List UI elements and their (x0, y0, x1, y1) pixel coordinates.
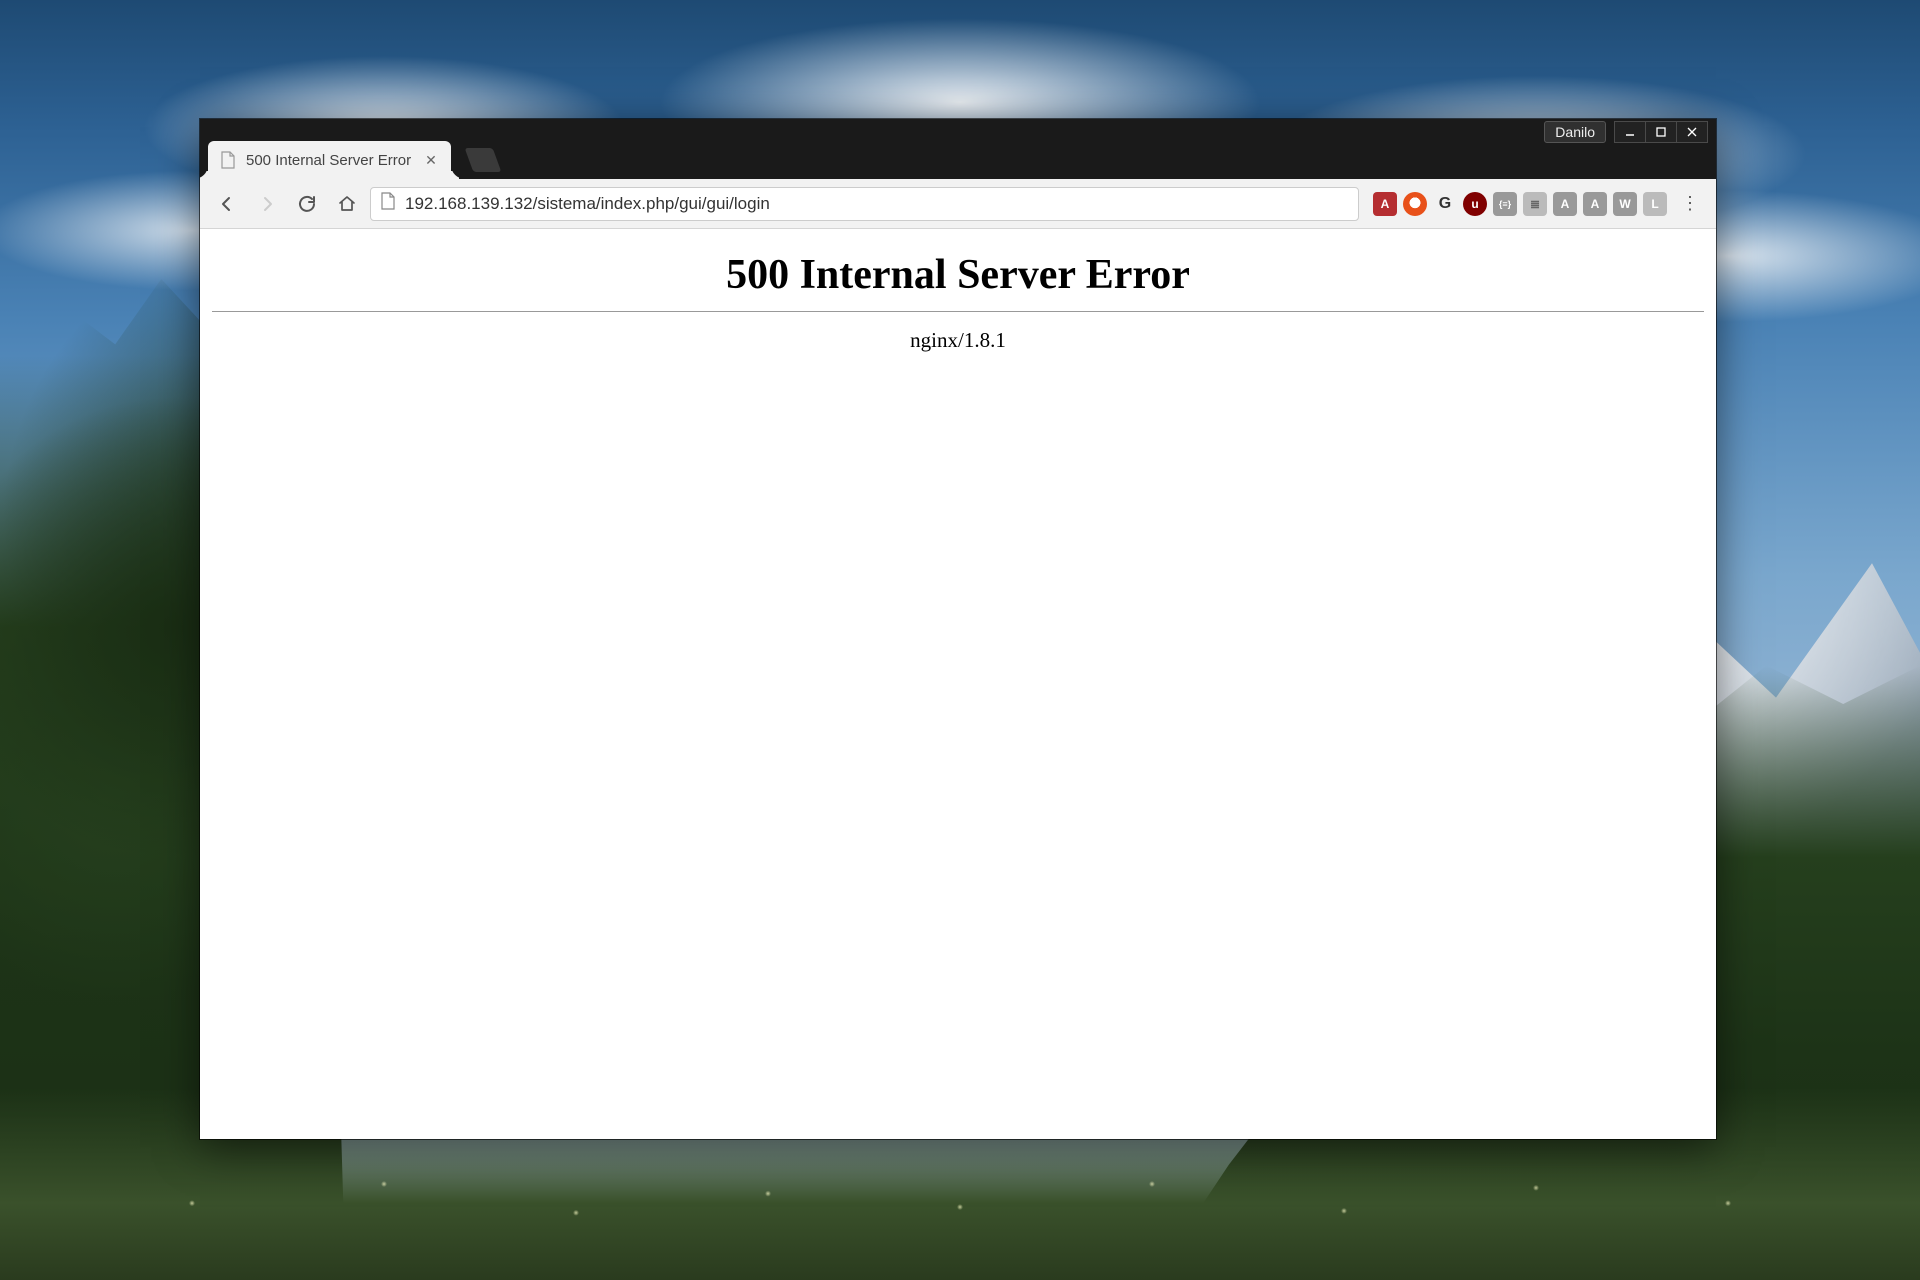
browser-toolbar: A G u {≡} ≣ A A W L ⋮ (200, 179, 1716, 229)
page-content: 500 Internal Server Error nginx/1.8.1 (200, 229, 1716, 1139)
reload-button[interactable] (290, 187, 324, 221)
address-bar[interactable] (370, 187, 1359, 221)
home-button[interactable] (330, 187, 364, 221)
browser-window: 500 Internal Server Error ✕ Danilo (200, 119, 1716, 1139)
window-titlebar[interactable] (200, 119, 1716, 133)
angular-icon[interactable]: A (1373, 192, 1397, 216)
divider (212, 311, 1704, 312)
server-icon[interactable]: ≣ (1523, 192, 1547, 216)
grammarly-icon[interactable]: G (1433, 192, 1457, 216)
close-window-button[interactable] (1676, 121, 1708, 143)
extension-icons: A G u {≡} ≣ A A W L (1373, 192, 1667, 216)
browser-tab-active[interactable]: 500 Internal Server Error ✕ (208, 141, 451, 179)
back-button[interactable] (210, 187, 244, 221)
user-profile-badge[interactable]: Danilo (1544, 121, 1606, 143)
site-info-icon[interactable] (381, 192, 395, 215)
w-extension-icon[interactable]: W (1613, 192, 1637, 216)
url-input[interactable] (405, 194, 1348, 214)
close-tab-icon[interactable]: ✕ (425, 153, 437, 167)
angular-devtools-icon[interactable]: A (1553, 192, 1577, 216)
tab-strip: 500 Internal Server Error ✕ Danilo (200, 133, 1716, 179)
tab-title: 500 Internal Server Error (246, 152, 411, 169)
page-icon (220, 150, 236, 170)
forward-button[interactable] (250, 187, 284, 221)
brave-icon[interactable] (1403, 192, 1427, 216)
l-extension-icon[interactable]: L (1643, 192, 1667, 216)
chrome-menu-icon[interactable]: ⋮ (1673, 193, 1706, 214)
ublock-icon[interactable]: u (1463, 192, 1487, 216)
server-signature: nginx/1.8.1 (212, 328, 1704, 353)
maximize-button[interactable] (1645, 121, 1677, 143)
window-controls: Danilo (1544, 121, 1708, 143)
new-tab-button[interactable] (464, 148, 501, 172)
minimize-button[interactable] (1614, 121, 1646, 143)
braces-icon[interactable]: {≡} (1493, 192, 1517, 216)
error-heading: 500 Internal Server Error (212, 251, 1704, 299)
a-extension-icon[interactable]: A (1583, 192, 1607, 216)
